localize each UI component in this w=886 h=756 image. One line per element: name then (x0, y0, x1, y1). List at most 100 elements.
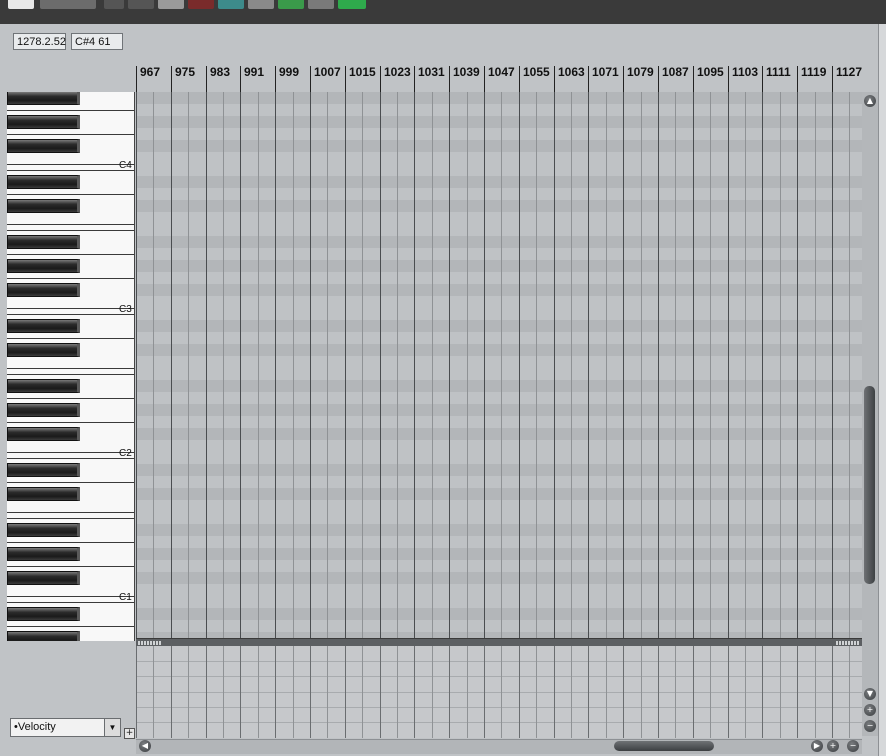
black-key[interactable] (7, 403, 80, 417)
black-key[interactable] (7, 463, 80, 477)
toolbar-button-icon[interactable] (308, 0, 334, 9)
white-key-divider (7, 458, 134, 459)
scroll-right-icon[interactable]: ▶ (811, 740, 823, 752)
ruler-measure-label: 1071 (592, 65, 619, 79)
black-key[interactable] (7, 259, 80, 273)
grid-line (484, 92, 485, 638)
scroll-up-icon[interactable]: ▲ (864, 95, 876, 107)
ruler-measure-label: 1047 (488, 65, 515, 79)
cc-lane[interactable] (136, 646, 862, 738)
ruler-measure-label: 1023 (384, 65, 411, 79)
black-key[interactable] (7, 571, 80, 585)
black-key[interactable] (7, 92, 80, 105)
white-key-divider (7, 278, 134, 279)
horizontal-scrollbar[interactable] (136, 739, 862, 754)
grid-line (310, 646, 311, 738)
toolbar-button-icon[interactable] (338, 0, 366, 9)
toolbar-button-icon[interactable] (40, 0, 96, 9)
black-key[interactable] (7, 319, 80, 333)
grid-line (223, 646, 224, 738)
zoom-out-icon[interactable]: − (847, 740, 859, 752)
black-key[interactable] (7, 523, 80, 537)
black-key[interactable] (7, 487, 80, 501)
grid-line (240, 92, 241, 638)
timeline-ruler[interactable]: 967 975 983 991 999 1007 1015 1023 1031 1039 1047 1… (136, 58, 862, 92)
ruler-tick (728, 66, 729, 92)
grid-line (171, 646, 172, 738)
white-key-divider (7, 164, 134, 165)
ruler-tick (171, 66, 172, 92)
toolbar-button-icon[interactable] (218, 0, 244, 9)
white-key-divider (7, 452, 134, 453)
grid-line (153, 92, 154, 638)
scroll-down-icon[interactable]: ▼ (864, 688, 876, 700)
black-key[interactable] (7, 427, 80, 441)
black-key[interactable] (7, 235, 80, 249)
scroll-left-icon[interactable]: ◀ (139, 740, 151, 752)
toolbar-button-icon[interactable] (128, 0, 154, 9)
black-key[interactable] (7, 547, 80, 561)
cc-lane-select[interactable]: •Velocity ▼ (10, 718, 121, 737)
black-key-row (136, 200, 862, 212)
add-lane-icon[interactable]: + (124, 728, 135, 739)
ruler-tick (380, 66, 381, 92)
dropdown-arrow-icon[interactable]: ▼ (104, 719, 120, 736)
white-key-divider (7, 512, 134, 513)
ruler-tick (275, 66, 276, 92)
grid-line (728, 92, 729, 638)
black-key[interactable] (7, 631, 80, 641)
toolbar-button-icon[interactable] (8, 0, 34, 9)
ruler-measure-label: 1111 (766, 65, 791, 79)
right-edge-panel (878, 24, 886, 756)
black-key-row (136, 260, 862, 272)
piano-keyboard[interactable]: C4 C3 C2 C1 (7, 92, 135, 641)
grid-line (171, 92, 172, 638)
toolbar-button-icon[interactable] (278, 0, 304, 9)
horizontal-scroll-thumb[interactable] (614, 741, 714, 751)
zoom-in-icon[interactable]: + (827, 740, 839, 752)
grid-line (519, 92, 520, 638)
grid-line (693, 646, 694, 738)
grid-line (153, 646, 154, 738)
black-key[interactable] (7, 115, 80, 129)
note-grid[interactable] (136, 92, 862, 638)
vertical-scroll-thumb[interactable] (864, 386, 875, 584)
black-key[interactable] (7, 199, 80, 213)
grid-line (728, 646, 729, 738)
black-key[interactable] (7, 283, 80, 297)
white-key-divider (7, 596, 134, 597)
white-key-divider (7, 134, 134, 135)
ruler-tick (414, 66, 415, 92)
toolbar (0, 0, 886, 24)
octave-label: C1 (119, 592, 132, 603)
note-readout: C#4 61 (71, 33, 123, 50)
cc-grid-line (136, 722, 862, 723)
white-key-divider (7, 308, 134, 309)
ruler-measure-label: 1039 (453, 65, 480, 79)
grid-line (623, 646, 624, 738)
grid-line (310, 92, 311, 638)
grid-line (484, 646, 485, 738)
white-key-divider (7, 374, 134, 375)
black-key[interactable] (7, 175, 80, 189)
grid-line (554, 646, 555, 738)
white-key-divider (7, 626, 134, 627)
toolbar-button-icon[interactable] (104, 0, 124, 9)
cc-grid-line (136, 661, 862, 662)
black-key[interactable] (7, 139, 80, 153)
black-key[interactable] (7, 379, 80, 393)
grid-line (762, 646, 763, 738)
splitter-grip-right[interactable] (836, 641, 860, 645)
black-key[interactable] (7, 343, 80, 357)
ruler-tick (136, 66, 137, 92)
black-key[interactable] (7, 607, 80, 621)
ruler-measure-label: 975 (175, 65, 196, 79)
zoom-in-icon[interactable]: + (864, 704, 876, 716)
zoom-out-icon[interactable]: − (864, 720, 876, 732)
black-key-row (136, 428, 862, 440)
toolbar-button-icon[interactable] (188, 0, 214, 9)
toolbar-button-icon[interactable] (158, 0, 184, 9)
black-key-row (136, 488, 862, 500)
toolbar-button-icon[interactable] (248, 0, 274, 9)
splitter-grip-left[interactable] (138, 641, 162, 645)
